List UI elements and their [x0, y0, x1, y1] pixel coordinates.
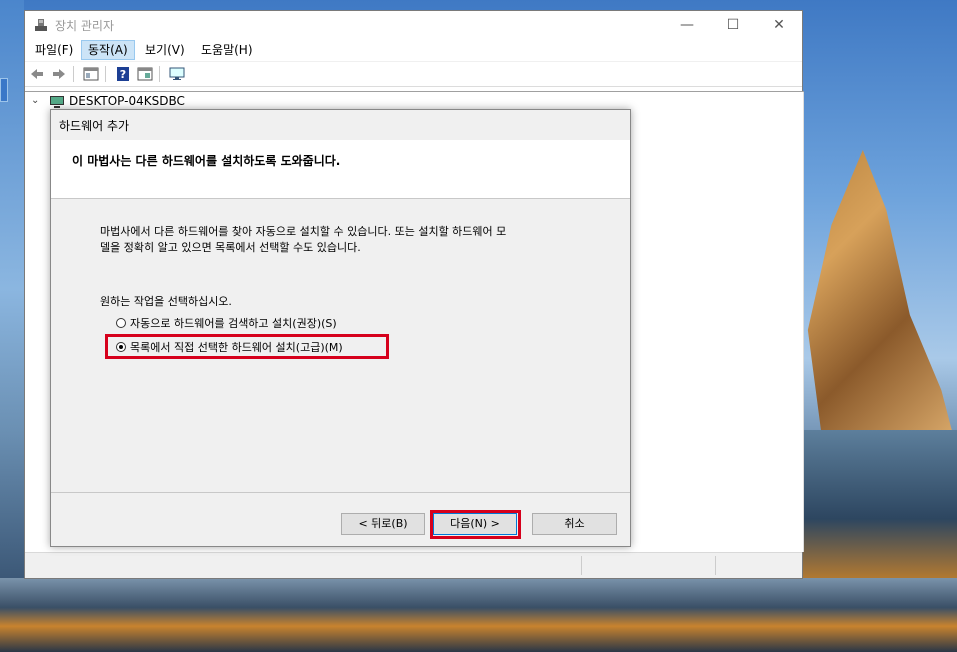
status-separator: [581, 556, 582, 575]
svg-text:?: ?: [120, 68, 126, 81]
dialog-title: 하드웨어 추가: [59, 119, 130, 133]
menu-file[interactable]: 파일(F): [29, 41, 79, 59]
add-hardware-dialog: 하드웨어 추가 이 마법사는 다른 하드웨어를 설치하도록 도와줍니다. 마법사…: [50, 109, 631, 547]
dialog-body: 마법사에서 다른 하드웨어를 찾아 자동으로 설치할 수 있습니다. 또는 설치…: [51, 199, 630, 492]
dialog-header: 이 마법사는 다른 하드웨어를 설치하도록 도와줍니다.: [51, 140, 630, 199]
description-line-1: 마법사에서 다른 하드웨어를 찾아 자동으로 설치할 수 있습니다. 또는 설치…: [100, 225, 507, 238]
menubar: 파일(F) 동작(A) 보기(V) 도움말(H): [25, 39, 802, 62]
option-auto-detect[interactable]: 자동으로 하드웨어를 검색하고 설치(권장)(S): [116, 315, 337, 331]
dialog-header-text: 이 마법사는 다른 하드웨어를 설치하도록 도와줍니다.: [72, 154, 341, 168]
status-separator: [715, 556, 716, 575]
desktop-icon-edge[interactable]: [0, 78, 8, 102]
highlight-box-option: [105, 334, 389, 359]
tree-expander-icon[interactable]: ⌄: [31, 95, 39, 106]
window-title: 장치 관리자: [55, 19, 115, 33]
view-icon[interactable]: [137, 66, 153, 82]
menu-view[interactable]: 보기(V): [139, 41, 191, 59]
device-manager-icon: [35, 19, 47, 31]
help-icon[interactable]: ?: [115, 66, 131, 82]
dialog-footer-separator: [51, 492, 630, 493]
computer-icon: [50, 96, 64, 108]
toolbar-separator: [105, 66, 106, 82]
titlebar[interactable]: 장치 관리자 — ☐ ✕: [25, 11, 802, 39]
maximize-button[interactable]: ☐: [710, 11, 756, 39]
dialog-description: 마법사에서 다른 하드웨어를 찾아 자동으로 설치할 수 있습니다. 또는 설치…: [100, 224, 600, 256]
highlight-box-next: [430, 510, 521, 539]
toolbar-separator: [159, 66, 160, 82]
option-auto-detect-label: 자동으로 하드웨어를 검색하고 설치(권장)(S): [130, 317, 337, 330]
back-arrow-icon[interactable]: [29, 66, 45, 82]
minimize-button[interactable]: —: [664, 11, 710, 39]
menu-action[interactable]: 동작(A): [81, 40, 135, 60]
tree-scrollbar[interactable]: [803, 92, 804, 552]
toolbar: ?: [25, 62, 802, 87]
back-button[interactable]: < 뒤로(B): [341, 513, 425, 535]
forward-arrow-icon[interactable]: [51, 66, 67, 82]
desktop-wallpaper-cliff: [807, 150, 957, 450]
properties-icon[interactable]: [83, 66, 99, 82]
desktop-wallpaper-bottom: [0, 578, 957, 652]
close-button[interactable]: ✕: [756, 11, 802, 39]
menu-help[interactable]: 도움말(H): [195, 41, 259, 59]
statusbar: [25, 552, 802, 578]
cancel-button[interactable]: 취소: [532, 513, 617, 535]
toolbar-separator: [73, 66, 74, 82]
monitor-icon[interactable]: [169, 66, 185, 82]
description-line-2: 델을 정확히 알고 있으면 목록에서 선택할 수도 있습니다.: [100, 241, 361, 254]
radio-auto-detect[interactable]: [116, 318, 126, 328]
tree-root-label[interactable]: DESKTOP-04KSDBC: [69, 94, 185, 108]
dialog-prompt: 원하는 작업을 선택하십시오.: [100, 295, 232, 308]
